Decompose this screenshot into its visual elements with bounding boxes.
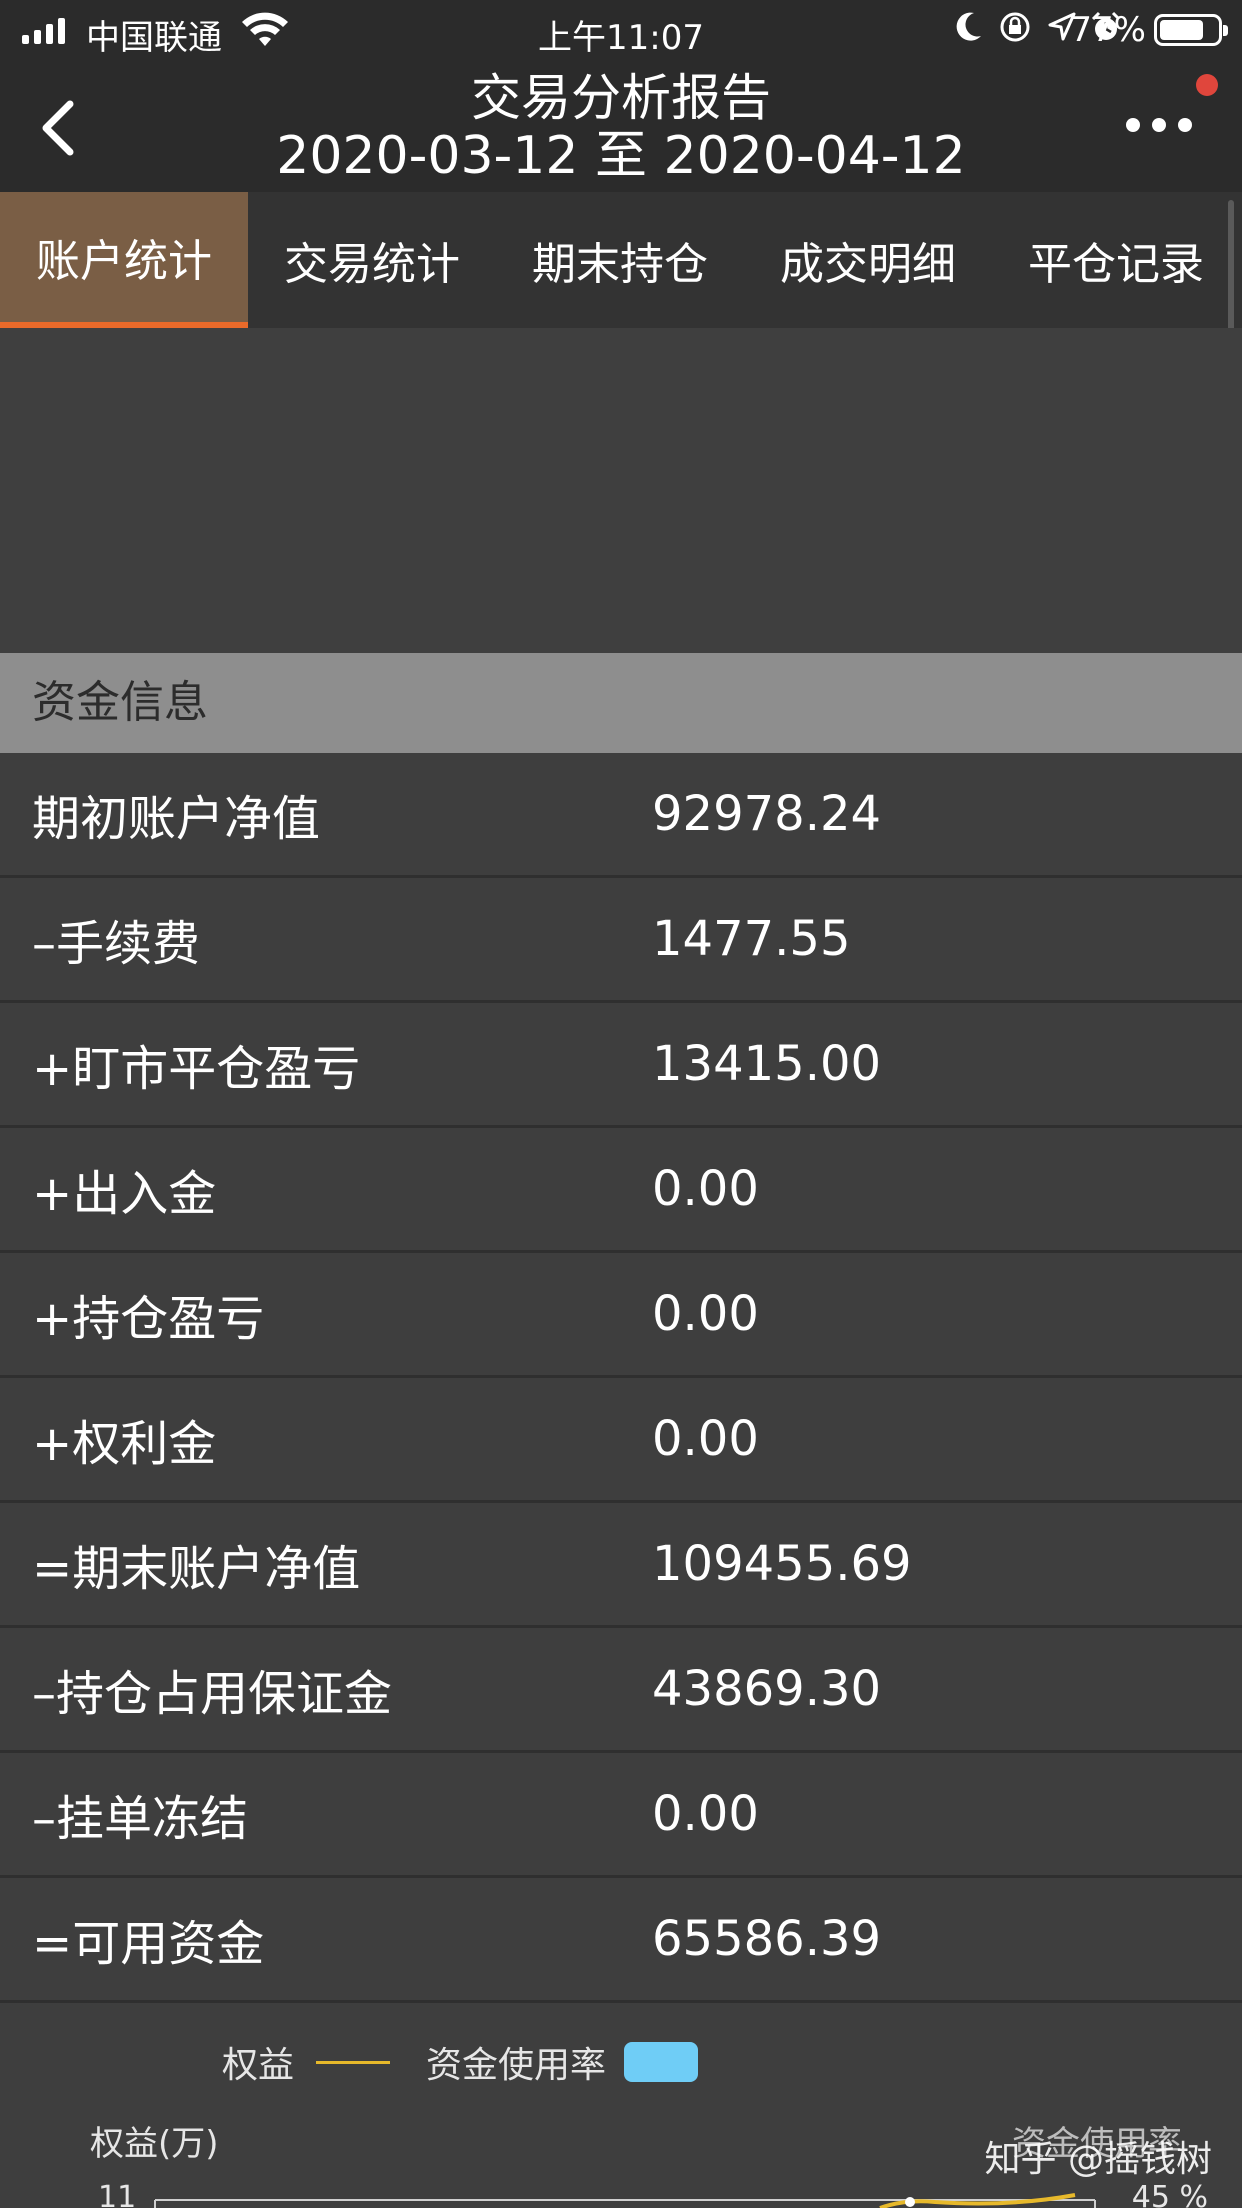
date-range: 2020-03-12 至 2020-04-12 bbox=[276, 126, 966, 186]
list-item: +持仓盈亏 0.00 bbox=[0, 1253, 1242, 1378]
row-label: 期初账户净值 bbox=[32, 791, 321, 847]
equity-point bbox=[905, 2197, 915, 2207]
moon-icon bbox=[956, 12, 981, 41]
nav-header: 交易分析报告 2020-03-12 至 2020-04-12 bbox=[0, 62, 1242, 192]
more-dots-icon[interactable] bbox=[1126, 118, 1192, 132]
row-value: 92978.24 bbox=[652, 786, 882, 842]
tab-account-stats[interactable]: 账户统计 bbox=[0, 192, 248, 328]
list-item: –挂单冻结 0.00 bbox=[0, 1753, 1242, 1878]
page-title: 交易分析报告 bbox=[471, 69, 771, 127]
legend-usage-label: 资金使用率 bbox=[426, 2045, 607, 2086]
left-axis-tick: 11 bbox=[98, 2180, 137, 2208]
row-label: +持仓盈亏 bbox=[32, 1291, 265, 1347]
list-item: +盯市平仓盈亏 13415.00 bbox=[0, 1003, 1242, 1128]
list-item: =可用资金 65586.39 bbox=[0, 1878, 1242, 2003]
row-label: =可用资金 bbox=[32, 1916, 265, 1972]
list-item: –持仓占用保证金 43869.30 bbox=[0, 1628, 1242, 1753]
chart-legend: 权益 资金使用率 bbox=[222, 2036, 699, 2088]
rotation-lock-icon bbox=[1000, 12, 1030, 42]
legend-equity-label: 权益 bbox=[222, 2045, 295, 2086]
row-label: –持仓占用保证金 bbox=[32, 1666, 393, 1722]
row-label: –手续费 bbox=[32, 916, 201, 972]
tab-bar: 账户统计 交易统计 期末持仓 成交明细 平仓记录 bbox=[0, 192, 1242, 328]
list-item: 期初账户净值 92978.24 bbox=[0, 753, 1242, 878]
row-value: 13415.00 bbox=[652, 1036, 882, 1092]
right-axis-tick: 45 % bbox=[1131, 2180, 1208, 2208]
row-label: –挂单冻结 bbox=[32, 1791, 249, 1847]
row-value: 109455.69 bbox=[652, 1536, 912, 1592]
row-label: +权利金 bbox=[32, 1416, 217, 1472]
row-value: 0.00 bbox=[652, 1411, 759, 1467]
row-value: 65586.39 bbox=[652, 1911, 882, 1967]
tab-trade-details[interactable]: 成交明细 bbox=[744, 192, 992, 328]
section-header: 资金信息 bbox=[0, 653, 1242, 753]
fund-info-list: 期初账户净值 92978.24 –手续费 1477.55 +盯市平仓盈亏 134… bbox=[0, 753, 1242, 2003]
notification-dot bbox=[1196, 74, 1218, 96]
list-item: =期末账户净值 109455.69 bbox=[0, 1503, 1242, 1628]
row-value: 0.00 bbox=[652, 1786, 759, 1842]
row-value: 0.00 bbox=[652, 1161, 759, 1217]
legend-usage-swatch bbox=[624, 2042, 699, 2082]
left-axis-title: 权益(万) bbox=[90, 2124, 219, 2164]
battery-percent: 77% bbox=[1070, 10, 1146, 50]
battery-icon bbox=[1154, 14, 1228, 46]
tab-end-positions[interactable]: 期末持仓 bbox=[496, 192, 744, 328]
row-label: =期末账户净值 bbox=[32, 1541, 361, 1597]
row-value: 0.00 bbox=[652, 1286, 759, 1342]
list-item: +权利金 0.00 bbox=[0, 1378, 1242, 1503]
row-label: +出入金 bbox=[32, 1166, 217, 1222]
list-item: +出入金 0.00 bbox=[0, 1128, 1242, 1253]
row-label: +盯市平仓盈亏 bbox=[32, 1041, 361, 1097]
list-item: –手续费 1477.55 bbox=[0, 878, 1242, 1003]
legend-equity-line bbox=[316, 2060, 391, 2064]
status-bar: 中国联通 上午11:07 77% bbox=[0, 0, 1242, 62]
blank-area bbox=[0, 328, 1242, 653]
watermark: 知乎 @摇钱树 bbox=[984, 2139, 1212, 2180]
tab-close-records[interactable]: 平仓记录 bbox=[992, 192, 1240, 328]
row-value: 43869.30 bbox=[652, 1661, 882, 1717]
tab-trade-stats[interactable]: 交易统计 bbox=[248, 192, 496, 328]
row-value: 1477.55 bbox=[652, 911, 851, 967]
